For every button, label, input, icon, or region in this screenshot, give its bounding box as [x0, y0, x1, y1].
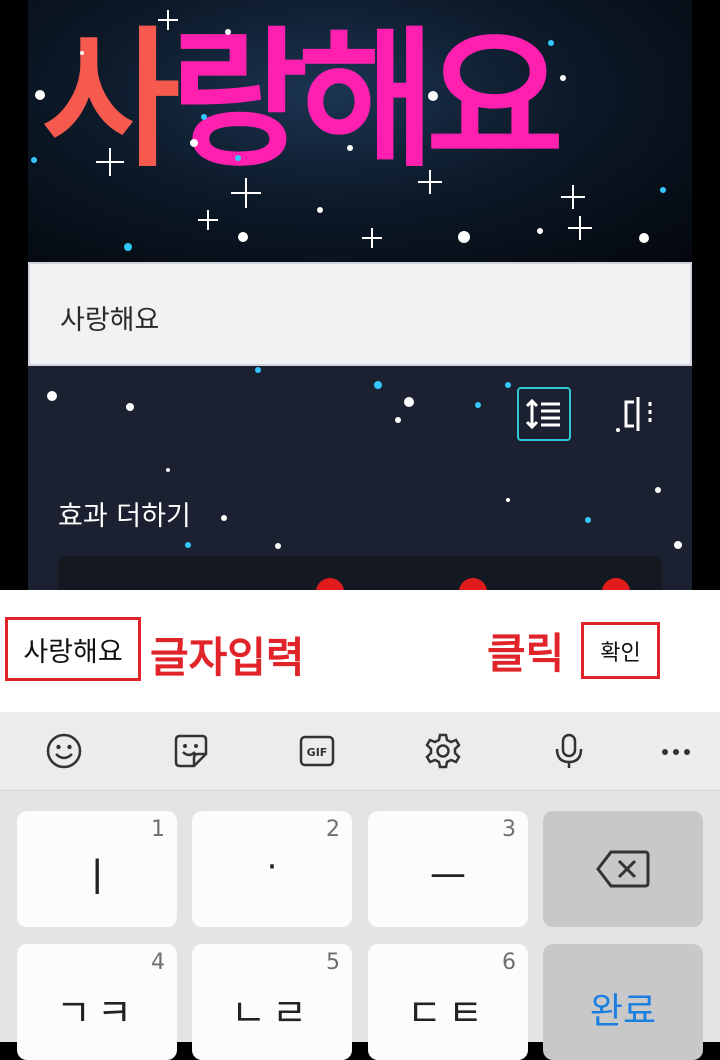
- instruction-annotation: 사랑해요 글자입력 클릭 확인: [0, 590, 720, 712]
- key-4[interactable]: 4 ㄱㅋ: [17, 944, 177, 1060]
- done-key[interactable]: 완료: [543, 944, 703, 1060]
- key-number: 1: [151, 817, 165, 842]
- confirm-button[interactable]: 확인: [581, 622, 660, 679]
- text-align-icon: [624, 397, 652, 431]
- key-number: 2: [326, 817, 340, 842]
- key-6[interactable]: 6 ㄷㅌ: [368, 944, 528, 1060]
- key-label: ㄱㅋ: [56, 991, 138, 1035]
- preview-headline: 사랑해요: [42, 6, 564, 196]
- click-instruction: 클릭: [487, 629, 565, 678]
- effects-section-title: 효과 더하기: [58, 501, 191, 532]
- text-input-value: 사랑해요: [60, 305, 160, 336]
- key-label: ㅡ: [429, 855, 467, 901]
- key-number: 4: [151, 950, 165, 975]
- text-editor-screen: 사랑해요 사랑해요 효과 더하기: [0, 0, 720, 590]
- input-instruction: 글자입력: [150, 633, 305, 682]
- text-preview: 사랑해요: [28, 0, 692, 262]
- done-label: 완료: [589, 991, 657, 1032]
- key-number: 3: [502, 817, 516, 842]
- key-5[interactable]: 5 ㄴㄹ: [192, 944, 352, 1060]
- key-label: ·: [266, 847, 278, 887]
- gif-label: GIF: [307, 746, 328, 759]
- key-label: ㄴㄹ: [231, 991, 313, 1035]
- settings-icon[interactable]: [423, 731, 463, 771]
- key-2[interactable]: 2 ·: [192, 811, 352, 927]
- editor-panel: 사랑해요 사랑해요 효과 더하기: [28, 0, 692, 590]
- line-spacing-button[interactable]: [517, 387, 571, 441]
- input-example-box: 사랑해요: [5, 617, 141, 681]
- backspace-icon: [596, 850, 650, 888]
- keyboard: GIF 1 ㅣ 2 · 3 ㅡ 4 ㄱㅋ 5 ㄴㄹ 6 ㄷㅌ 완료: [0, 712, 720, 1060]
- line-spacing-icon: [526, 398, 560, 430]
- backspace-key[interactable]: [543, 811, 703, 927]
- gif-icon[interactable]: GIF: [297, 731, 337, 771]
- key-label: ㄷㅌ: [407, 991, 489, 1035]
- preview-char-rest: 랑해요: [170, 14, 564, 188]
- text-input-field[interactable]: 사랑해요: [28, 262, 692, 366]
- more-icon[interactable]: [656, 731, 696, 771]
- emoji-icon[interactable]: [44, 731, 84, 771]
- effects-list[interactable]: [58, 556, 662, 590]
- key-3[interactable]: 3 ㅡ: [368, 811, 528, 927]
- preview-char-1: 사: [42, 14, 180, 188]
- text-align-button[interactable]: [611, 387, 665, 441]
- key-number: 5: [326, 950, 340, 975]
- key-label: ㅣ: [78, 855, 116, 901]
- microphone-icon[interactable]: [549, 731, 589, 771]
- keyboard-toolbar: GIF: [0, 712, 720, 791]
- key-number: 6: [502, 950, 516, 975]
- sticker-icon[interactable]: [171, 731, 211, 771]
- key-1[interactable]: 1 ㅣ: [17, 811, 177, 927]
